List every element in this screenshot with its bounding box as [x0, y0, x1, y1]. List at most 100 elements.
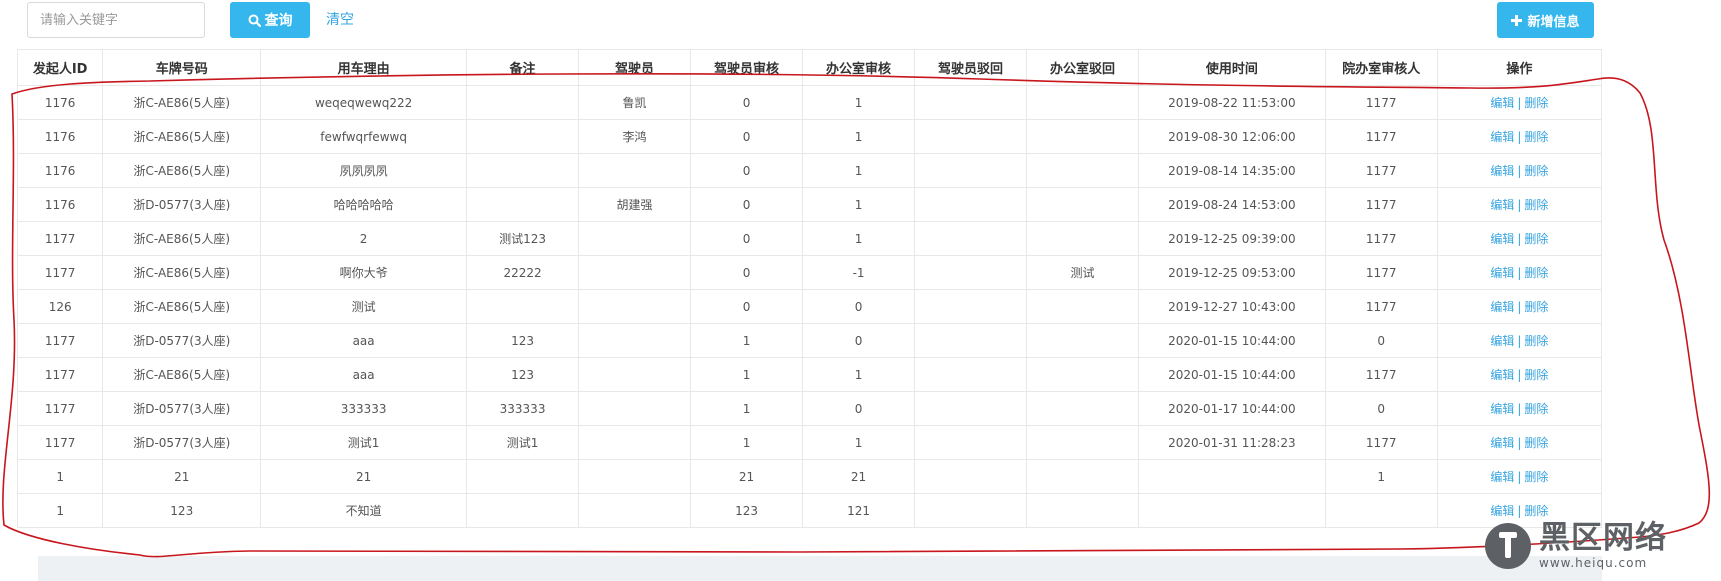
edit-link[interactable]: 编辑 — [1490, 334, 1514, 348]
delete-link[interactable]: 删除 — [1524, 368, 1548, 382]
table-header: 发起人ID 车牌号码 用车理由 备注 驾驶员 驾驶员审核 办公室审核 驾驶员驳回… — [16, 49, 1603, 86]
action-separator: | — [1517, 266, 1522, 280]
cell-plate-number: 浙C-AE86(5人座) — [102, 85, 262, 120]
cell-office-reject — [1026, 391, 1140, 426]
cell-driver-review: 1 — [690, 425, 804, 460]
watermark-text: 黑区网络 www.heiqu.com — [1539, 523, 1667, 570]
column-header-plate-number: 车牌号码 — [102, 49, 262, 86]
bottom-bar — [38, 556, 1602, 581]
cell-office-reject: 测试 — [1026, 255, 1140, 290]
cell-reason: aaa — [260, 357, 468, 392]
cell-driver-review: 0 — [690, 187, 804, 222]
cell-office-review: 0 — [802, 391, 916, 426]
edit-link[interactable]: 编辑 — [1490, 96, 1514, 110]
delete-link[interactable]: 删除 — [1524, 130, 1548, 144]
column-header-driver: 驾驶员 — [578, 49, 692, 86]
watermark-url: www.heiqu.com — [1539, 556, 1648, 570]
action-separator: | — [1517, 96, 1522, 110]
edit-link[interactable]: 编辑 — [1490, 402, 1514, 416]
cell-remark — [466, 153, 580, 188]
delete-link[interactable]: 删除 — [1524, 232, 1548, 246]
edit-link[interactable]: 编辑 — [1490, 232, 1514, 246]
delete-link[interactable]: 删除 — [1524, 164, 1548, 178]
action-separator: | — [1517, 198, 1522, 212]
cell-reason: 21 — [260, 459, 468, 494]
cell-office-review: 1 — [802, 187, 916, 222]
cell-use-time: 2019-08-24 14:53:00 — [1138, 187, 1326, 222]
cell-actions: 编辑 | 删除 — [1436, 119, 1603, 154]
cell-reason: weqeqwewq222 — [260, 85, 468, 120]
cell-office-review: -1 — [802, 255, 916, 290]
cell-driver-reject — [914, 459, 1028, 494]
edit-link[interactable]: 编辑 — [1490, 300, 1514, 314]
cell-initiator-id: 1176 — [16, 187, 104, 222]
cell-driver-review: 0 — [690, 153, 804, 188]
edit-link[interactable]: 编辑 — [1490, 164, 1514, 178]
table-row: 1177 浙D-0577(3人座) 333333 333333 1 0 2020-01-17… — [16, 391, 1603, 426]
delete-link[interactable]: 删除 — [1524, 96, 1548, 110]
cell-plate-number: 浙C-AE86(5人座) — [102, 221, 262, 256]
cell-reviewer: 1177 — [1324, 153, 1438, 188]
search-input[interactable] — [27, 2, 205, 38]
query-button[interactable]: 查询 — [230, 2, 310, 38]
edit-link[interactable]: 编辑 — [1490, 470, 1514, 484]
edit-link[interactable]: 编辑 — [1490, 436, 1514, 450]
cell-driver-review: 0 — [690, 119, 804, 154]
cell-office-review: 1 — [802, 425, 916, 460]
cell-driver: 鲁凯 — [578, 85, 692, 120]
edit-link[interactable]: 编辑 — [1490, 266, 1514, 280]
cell-reviewer: 0 — [1324, 391, 1438, 426]
cell-office-reject — [1026, 459, 1140, 494]
cell-reviewer: 1177 — [1324, 187, 1438, 222]
cell-driver-review: 21 — [690, 459, 804, 494]
cell-actions: 编辑 | 删除 — [1436, 459, 1603, 494]
cell-use-time: 2020-01-15 10:44:00 — [1138, 323, 1326, 358]
table-row: 1177 浙C-AE86(5人座) aaa 123 1 1 2020-01-15 10:44… — [16, 357, 1603, 392]
cell-driver — [578, 323, 692, 358]
delete-link[interactable]: 删除 — [1524, 334, 1548, 348]
data-table-container: 发起人ID 车牌号码 用车理由 备注 驾驶员 驾驶员审核 办公室审核 驾驶员驳回… — [16, 49, 1603, 528]
delete-link[interactable]: 删除 — [1524, 436, 1548, 450]
cell-reason: 不知道 — [260, 493, 468, 528]
cell-office-review: 121 — [802, 493, 916, 528]
cell-office-review: 1 — [802, 357, 916, 392]
cell-reviewer: 1177 — [1324, 221, 1438, 256]
cell-driver-reject — [914, 289, 1028, 324]
cell-office-reject — [1026, 357, 1140, 392]
edit-link[interactable]: 编辑 — [1490, 198, 1514, 212]
action-separator: | — [1517, 470, 1522, 484]
table-row: 1 123 不知道 123 121 编辑 | 删除 — [16, 493, 1603, 528]
column-header-driver-reject: 驾驶员驳回 — [914, 49, 1028, 86]
edit-link[interactable]: 编辑 — [1490, 130, 1514, 144]
cell-remark: 22222 — [466, 255, 580, 290]
watermark: 黑区网络 www.heiqu.com — [1485, 516, 1715, 576]
delete-link[interactable]: 删除 — [1524, 198, 1548, 212]
cell-driver-reject — [914, 425, 1028, 460]
cell-actions: 编辑 | 删除 — [1436, 289, 1603, 324]
cell-driver — [578, 391, 692, 426]
delete-link[interactable]: 删除 — [1524, 402, 1548, 416]
cell-driver-review: 1 — [690, 357, 804, 392]
query-button-label: 查询 — [264, 13, 293, 29]
cell-actions: 编辑 | 删除 — [1436, 187, 1603, 222]
column-header-driver-review: 驾驶员审核 — [690, 49, 804, 86]
delete-link[interactable]: 删除 — [1524, 300, 1548, 314]
header-row: 发起人ID 车牌号码 用车理由 备注 驾驶员 驾驶员审核 办公室审核 驾驶员驳回… — [16, 49, 1603, 86]
delete-link[interactable]: 删除 — [1524, 266, 1548, 280]
add-info-button[interactable]: 新增信息 — [1497, 2, 1594, 38]
cell-initiator-id: 1177 — [16, 255, 104, 290]
cell-remark — [466, 289, 580, 324]
cell-remark — [466, 187, 580, 222]
cell-office-review: 1 — [802, 85, 916, 120]
table-row: 1177 浙C-AE86(5人座) 啊你大爷 22222 0 -1 测试 2019-12-25… — [16, 255, 1603, 290]
cell-driver-review: 1 — [690, 323, 804, 358]
cell-use-time: 2019-08-22 11:53:00 — [1138, 85, 1326, 120]
cell-driver-reject — [914, 323, 1028, 358]
edit-link[interactable]: 编辑 — [1490, 368, 1514, 382]
table-row: 1177 浙D-0577(3人座) aaa 123 1 0 2020-01-15 10:44… — [16, 323, 1603, 358]
cell-driver-reject — [914, 255, 1028, 290]
cell-driver — [578, 425, 692, 460]
clear-link[interactable]: 清空 — [326, 2, 354, 38]
cell-driver — [578, 357, 692, 392]
delete-link[interactable]: 删除 — [1524, 470, 1548, 484]
